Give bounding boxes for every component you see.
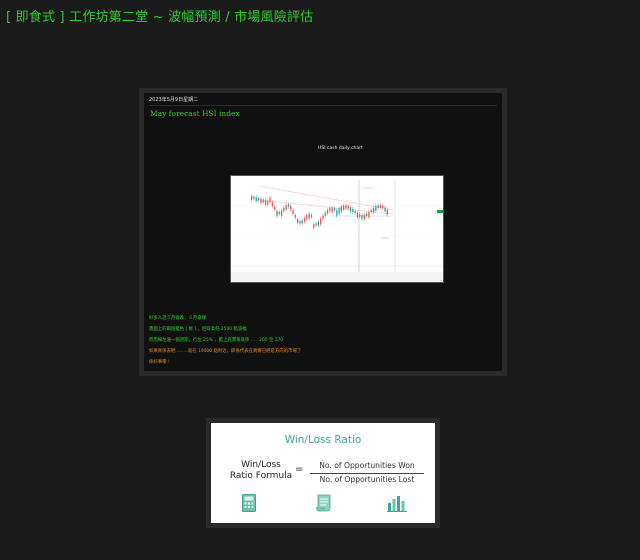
fraction-bar: [310, 473, 424, 474]
win-loss-card[interactable]: Win/Loss Ratio Win/Loss Ratio Formula = …: [211, 423, 435, 523]
candle-body: [352, 208, 354, 213]
candle-body: [280, 210, 283, 217]
candle-body: [269, 197, 271, 203]
candle-body: [251, 196, 253, 200]
candle-body: [363, 214, 365, 220]
candle-body: [324, 212, 326, 217]
candle-body: [297, 219, 299, 223]
candle-body: [382, 205, 384, 209]
candle-body: [349, 207, 352, 212]
post-heading[interactable]: May forecast HSI index: [150, 109, 240, 118]
candle-body: [278, 211, 280, 215]
candle-body: [331, 207, 333, 213]
candle-body: [315, 223, 317, 226]
chart-caption: HSI cash daily chart: [318, 146, 363, 151]
card-title: Win/Loss Ratio: [284, 434, 362, 446]
post-line-4: 如果真係去晒 ........就在 19000 點附近，即係代表在真實已經是方向…: [149, 349, 302, 354]
hsi-chart-graphic: [231, 180, 443, 282]
calculator-icon: [242, 494, 256, 512]
candle-body: [301, 220, 303, 224]
candle-body: [262, 199, 264, 203]
candle-body: [260, 198, 262, 204]
candle-body: [347, 205, 349, 209]
candle-body: [285, 204, 287, 210]
candle-body: [306, 215, 308, 220]
candle-body: [372, 207, 375, 213]
candle-body: [283, 207, 285, 212]
candle-body: [359, 214, 361, 217]
post-date: 2023年5月9日星期二: [149, 97, 199, 103]
page-title[interactable]: [ 即食式 ] 工作坊第二堂 ~ 波幅預測 / 市場風險評估: [6, 6, 313, 25]
formula-label: Win/Loss Ratio Formula: [229, 460, 293, 482]
bar-chart-icon: [387, 496, 407, 512]
candle-body: [336, 210, 338, 216]
time-axis-strip: [231, 272, 443, 282]
candles-group: [251, 194, 388, 230]
candle-body: [340, 206, 342, 212]
candle-body: [322, 215, 324, 220]
candle-body: [264, 200, 267, 205]
candle-body: [345, 205, 347, 209]
candle-body: [326, 209, 329, 214]
candle-body: [333, 207, 336, 211]
candle-body: [290, 205, 292, 210]
candle-body: [361, 214, 363, 219]
candle-body: [274, 206, 276, 210]
candle-body: [354, 211, 356, 214]
formula-denominator: No. of Opportunities Lost: [319, 475, 415, 484]
date-divider: [149, 105, 497, 106]
upper-channel-line: [258, 185, 394, 211]
equals-sign: =: [295, 464, 304, 475]
candle-body: [386, 209, 388, 215]
candle-body: [267, 200, 269, 205]
post-line-2: 畫面上的兩個藍色 [ 框 ] ，佢既高低 2500 點波幅: [149, 327, 247, 332]
formula-label-line2: Ratio Formula: [229, 471, 293, 481]
hsi-chart-image[interactable]: [230, 175, 444, 283]
post-line-5: 係好事嚟 !: [149, 360, 170, 365]
post-line-1: 好多人話５月會跌，６月會穩: [149, 316, 207, 321]
candle-body: [343, 205, 345, 210]
formula-numerator: No. of Opportunities Won: [319, 461, 415, 470]
candle-body: [313, 224, 315, 228]
candle-body: [338, 208, 340, 214]
candle-body: [356, 212, 359, 218]
candle-body: [384, 207, 386, 212]
candle-body: [299, 221, 301, 224]
candle-body: [310, 214, 313, 218]
candle-body: [255, 197, 257, 202]
candle-body: [317, 221, 319, 227]
candle-body: [287, 204, 290, 207]
candle-body: [329, 208, 331, 212]
candle-body: [253, 196, 255, 200]
candle-body: [368, 211, 370, 218]
candle-body: [370, 209, 372, 212]
post-panel: 2023年5月9日星期二 May forecast HSI index HSI …: [139, 88, 507, 376]
candle-body: [257, 198, 260, 201]
candle-body: [303, 217, 306, 222]
candle-body: [292, 209, 294, 215]
candle-body: [366, 213, 368, 217]
candle-body: [379, 205, 382, 208]
candle-body: [375, 206, 377, 211]
last-price-marker: [437, 210, 443, 213]
post-body: 2023年5月9日星期二 May forecast HSI index HSI …: [144, 93, 502, 371]
win-loss-card-frame: Win/Loss Ratio Win/Loss Ratio Formula = …: [206, 418, 440, 528]
candle-body: [271, 201, 273, 207]
candle-body: [276, 210, 278, 217]
candle-body: [294, 214, 296, 218]
candle-body: [377, 205, 379, 209]
candle-body: [320, 218, 322, 225]
formula-label-line1: Win/Loss: [241, 460, 281, 470]
document-icon: [316, 494, 331, 512]
post-line-3: 而黑線左邊一個週期，行左 25% ，藍上底畫落既係 ......200 至 17…: [149, 338, 284, 343]
candle-body: [308, 213, 310, 219]
